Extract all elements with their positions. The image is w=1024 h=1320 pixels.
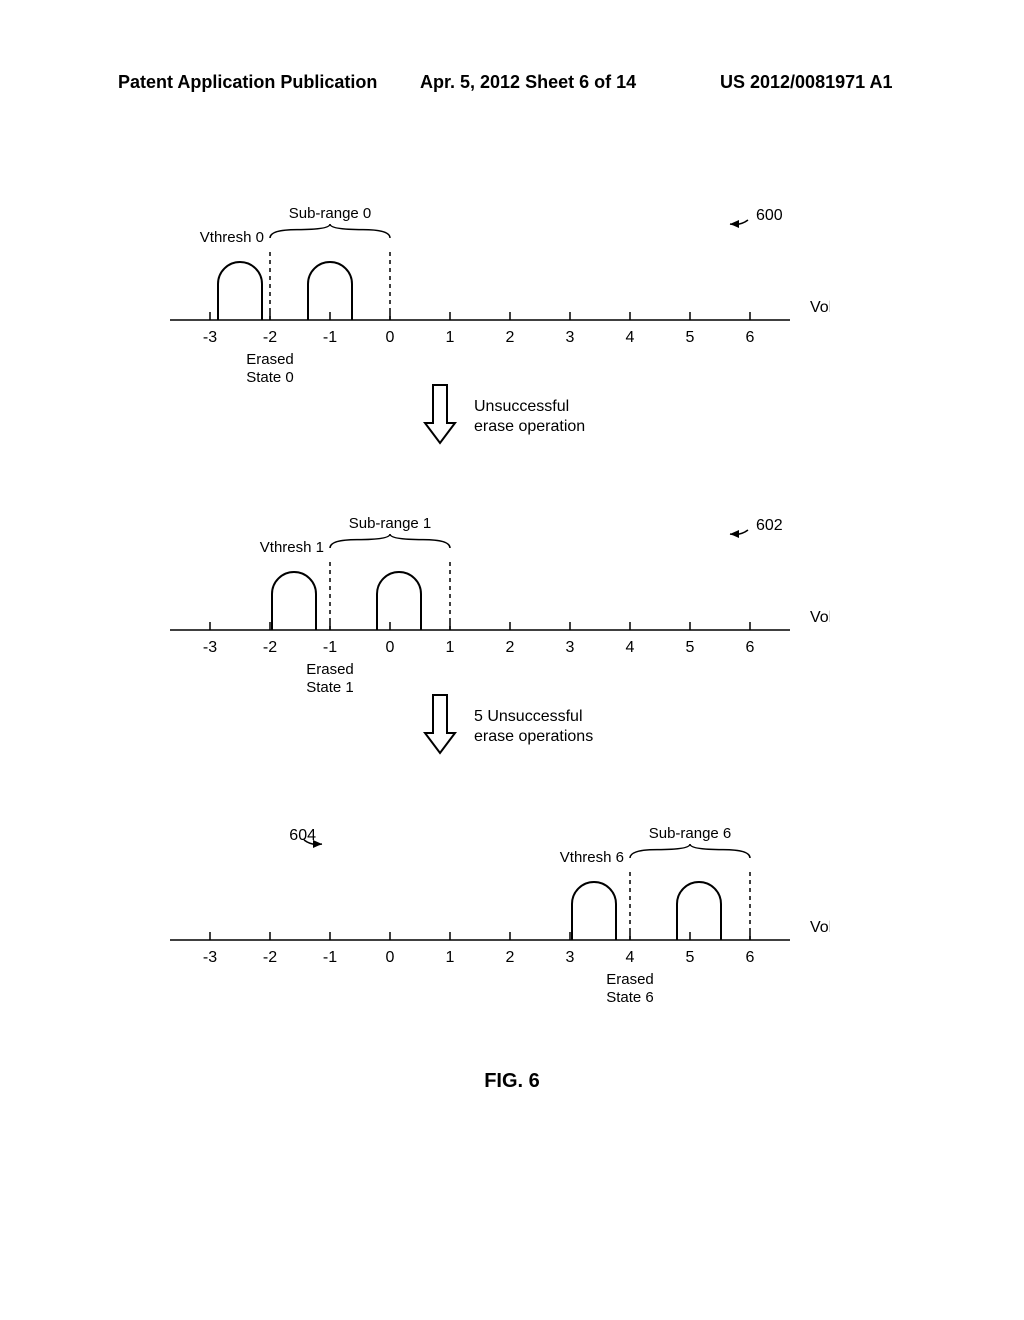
svg-text:3: 3 [566, 639, 575, 656]
svg-text:6: 6 [746, 639, 755, 656]
svg-text:1: 1 [446, 949, 455, 966]
svg-text:Vthresh 1: Vthresh 1 [260, 539, 324, 556]
svg-text:Sub-range 1: Sub-range 1 [349, 515, 432, 532]
svg-text:State 6: State 6 [606, 989, 654, 1006]
svg-text:Erased: Erased [246, 351, 294, 368]
svg-text:602: 602 [756, 517, 783, 534]
svg-text:4: 4 [626, 949, 635, 966]
svg-text:1: 1 [446, 329, 455, 346]
svg-text:-2: -2 [263, 949, 277, 966]
svg-text:-3: -3 [203, 329, 217, 346]
svg-text:5: 5 [686, 329, 695, 346]
svg-text:600: 600 [756, 207, 783, 224]
svg-text:-1: -1 [323, 329, 337, 346]
svg-text:4: 4 [626, 639, 635, 656]
svg-text:5: 5 [686, 639, 695, 656]
svg-text:0: 0 [386, 949, 395, 966]
svg-text:2: 2 [506, 949, 515, 966]
svg-text:0: 0 [386, 639, 395, 656]
svg-text:3: 3 [566, 949, 575, 966]
svg-text:Sub-range 0: Sub-range 0 [289, 205, 372, 222]
svg-text:3: 3 [566, 329, 575, 346]
svg-text:5: 5 [686, 949, 695, 966]
svg-text:State 0: State 0 [246, 369, 294, 386]
svg-text:Volts: Volts [810, 609, 830, 626]
svg-text:Volts: Volts [810, 299, 830, 316]
svg-text:-1: -1 [323, 949, 337, 966]
svg-text:Unsuccessful: Unsuccessful [474, 398, 569, 415]
svg-text:604: 604 [289, 827, 316, 844]
svg-text:-1: -1 [323, 639, 337, 656]
svg-text:erase operation: erase operation [474, 418, 585, 435]
svg-text:State 1: State 1 [306, 679, 354, 696]
svg-text:-2: -2 [263, 639, 277, 656]
svg-text:0: 0 [386, 329, 395, 346]
svg-text:Sub-range 6: Sub-range 6 [649, 825, 732, 842]
figure-area: -3 -2 -1 0 1 2 3 4 5 6 Volts Vthresh 0 Sub-range 0 Er… [170, 190, 830, 1190]
svg-text:2: 2 [506, 329, 515, 346]
header-right: US 2012/0081971 A1 [720, 72, 892, 93]
svg-text:4: 4 [626, 329, 635, 346]
header-left: Patent Application Publication [118, 72, 377, 93]
header-mid: Apr. 5, 2012 Sheet 6 of 14 [420, 72, 636, 93]
svg-text:1: 1 [446, 639, 455, 656]
svg-text:Vthresh 6: Vthresh 6 [560, 849, 624, 866]
diagram-svg: -3 -2 -1 0 1 2 3 4 5 6 Volts Vthresh 0 Sub-range 0 Er… [170, 190, 830, 1190]
svg-text:-2: -2 [263, 329, 277, 346]
svg-text:-3: -3 [203, 949, 217, 966]
svg-text:5 Unsuccessful: 5 Unsuccessful [474, 708, 583, 725]
svg-text:2: 2 [506, 639, 515, 656]
svg-text:Erased: Erased [306, 661, 354, 678]
svg-text:erase operations: erase operations [474, 728, 593, 745]
svg-text:6: 6 [746, 329, 755, 346]
svg-text:-3: -3 [203, 639, 217, 656]
svg-text:Vthresh 0: Vthresh 0 [200, 229, 264, 246]
svg-text:Erased: Erased [606, 971, 654, 988]
svg-text:6: 6 [746, 949, 755, 966]
figure-label: FIG. 6 [0, 1070, 1024, 1093]
svg-text:Volts: Volts [810, 919, 830, 936]
page: Patent Application Publication Apr. 5, 2… [0, 0, 1024, 1320]
